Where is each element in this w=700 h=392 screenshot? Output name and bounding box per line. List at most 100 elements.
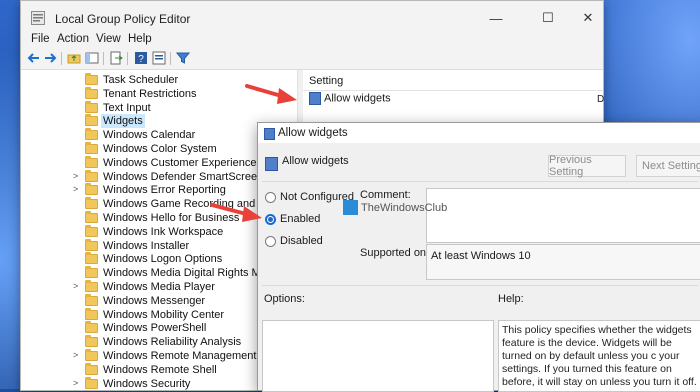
up-folder-icon[interactable] <box>67 51 81 65</box>
tree-item[interactable]: > Windows Defender SmartScreen <box>21 169 297 184</box>
tree-item[interactable]: Windows Installer <box>21 238 297 253</box>
tree-item[interactable]: Windows Messenger <box>21 293 297 308</box>
export-icon[interactable] <box>109 51 123 65</box>
list-item-allow-widgets[interactable]: Allow widgets <box>309 92 391 106</box>
tree-item[interactable]: Widgets <box>21 114 297 129</box>
previous-setting-button[interactable]: Previous Setting <box>548 154 626 178</box>
supported-on-value: At least Windows 10 <box>431 250 531 262</box>
folder-icon <box>85 266 98 279</box>
tree-item[interactable]: > Windows Error Reporting <box>21 183 297 197</box>
column-header-setting[interactable]: Setting <box>303 70 603 91</box>
folder-icon <box>85 86 98 99</box>
tree-item[interactable]: Windows Calendar <box>21 128 297 142</box>
folder-icon <box>85 376 98 389</box>
folder-icon <box>85 349 98 361</box>
expand-chevron-icon[interactable]: > <box>73 171 78 181</box>
tree-item-label: Windows Error Reporting <box>103 184 226 197</box>
folder-icon <box>85 114 98 127</box>
tree-item[interactable]: Windows Remote Shell <box>21 362 297 377</box>
help-text: This policy specifies whether the widget… <box>502 324 697 388</box>
close-button[interactable]: ✕ <box>573 7 603 29</box>
properties-icon[interactable] <box>152 51 166 65</box>
tree-item[interactable]: Windows Reliability Analysis <box>21 335 297 349</box>
tree-item-label: Windows Reliability Analysis <box>103 336 242 349</box>
policy-setting-icon <box>264 128 275 140</box>
tree-item[interactable]: Windows Mobility Center <box>21 307 297 322</box>
watermark-logo-icon <box>343 200 358 215</box>
toolbar: ? <box>21 49 603 70</box>
tree-item[interactable]: Windows Ink Workspace <box>21 224 297 239</box>
tree-item[interactable]: > Windows Security <box>21 376 297 390</box>
dialog-title: Allow widgets <box>278 127 348 139</box>
tree-item[interactable]: Windows Color System <box>21 142 297 156</box>
folder-icon <box>85 142 98 154</box>
minimize-button[interactable]: — <box>481 7 511 29</box>
forward-icon[interactable] <box>43 51 57 65</box>
options-label: Options: <box>264 293 305 305</box>
folder-icon <box>85 335 98 348</box>
comment-textbox[interactable] <box>426 188 700 243</box>
supported-on-box: At least Windows 10 <box>426 244 700 280</box>
tree-item-label: Tenant Restrictions <box>103 87 197 100</box>
policy-setting-icon <box>309 92 321 105</box>
folder-icon <box>85 224 98 237</box>
tree-item-label: Windows Installer <box>103 239 190 252</box>
toolbar-divider <box>61 52 62 65</box>
options-pane[interactable] <box>262 320 494 392</box>
policy-tree: Task Scheduler Tenant Restrictions Text In… <box>21 70 297 390</box>
folder-icon <box>85 169 98 182</box>
expand-chevron-icon[interactable]: > <box>73 184 78 194</box>
tree-item[interactable]: Windows PowerShell <box>21 321 297 335</box>
next-setting-button[interactable]: Next Setting <box>636 155 700 177</box>
dialog-divider <box>262 181 698 182</box>
tree-item[interactable]: Windows Logon Options <box>21 252 297 266</box>
watermark: TheWindowsClub <box>343 200 447 215</box>
back-icon[interactable] <box>27 51 41 65</box>
folder-icon <box>85 238 98 251</box>
show-hide-tree-icon[interactable] <box>85 51 99 65</box>
folder-icon <box>85 280 98 292</box>
gpedit-app-icon <box>31 11 45 25</box>
folder-icon <box>85 211 98 223</box>
menu-view[interactable]: View <box>96 33 121 45</box>
window-title: Local Group Policy Editor <box>55 12 191 26</box>
tree-item[interactable]: > Windows Media Player <box>21 280 297 294</box>
tree-item-label: Windows Logon Options <box>103 253 223 266</box>
policy-setting-icon <box>265 157 278 171</box>
state-column-cell: D <box>597 94 605 105</box>
tree-item-label: Windows Ink Workspace <box>103 225 224 238</box>
tree-item[interactable]: Windows Customer Experience Improv <box>21 155 297 170</box>
menu-file[interactable]: File <box>31 33 50 45</box>
tree-item-label: Windows Messenger <box>103 294 206 307</box>
radio-disabled[interactable]: Disabled <box>265 234 323 248</box>
expand-chevron-icon[interactable]: > <box>73 350 78 360</box>
help-icon[interactable]: ? <box>134 51 148 65</box>
allow-widgets-dialog: Allow widgets Allow widgets Previous Set… <box>257 122 700 392</box>
supported-on-label: Supported on: <box>360 247 430 259</box>
maximize-icon: ☐ <box>542 10 554 25</box>
tree-item[interactable]: Windows Media Digital Rights Manage <box>21 266 297 280</box>
help-pane[interactable]: This policy specifies whether the widget… <box>498 320 700 392</box>
filter-icon[interactable] <box>176 51 190 65</box>
tree-item[interactable]: > Windows Remote Management (WinRM <box>21 349 297 363</box>
folder-icon <box>85 362 98 375</box>
list-item-label: Allow widgets <box>324 92 391 105</box>
tree-item-label: Windows PowerShell <box>103 322 207 335</box>
folder-icon <box>85 307 98 320</box>
tree-item-label: Windows Calendar <box>103 129 196 142</box>
expand-chevron-icon[interactable]: > <box>73 378 78 388</box>
maximize-button[interactable]: ☐ <box>533 7 563 29</box>
title-bar: Local Group Policy Editor — ☐ ✕ <box>21 1 603 35</box>
tree-item-label: Task Scheduler <box>103 74 179 86</box>
radio-enabled[interactable]: Enabled <box>265 212 320 226</box>
radio-icon <box>265 191 276 203</box>
red-arrow-icon <box>245 84 297 104</box>
tree-item-label: Windows Mobility Center <box>103 308 225 321</box>
radio-not-configured[interactable]: Not Configured <box>265 190 354 204</box>
folder-icon <box>85 128 98 141</box>
menu-action[interactable]: Action <box>57 33 89 45</box>
expand-chevron-icon[interactable]: > <box>73 281 78 291</box>
minimize-icon: — <box>489 10 503 26</box>
menu-help[interactable]: Help <box>128 33 152 45</box>
tree-item-label: Windows Defender SmartScreen <box>103 170 264 183</box>
